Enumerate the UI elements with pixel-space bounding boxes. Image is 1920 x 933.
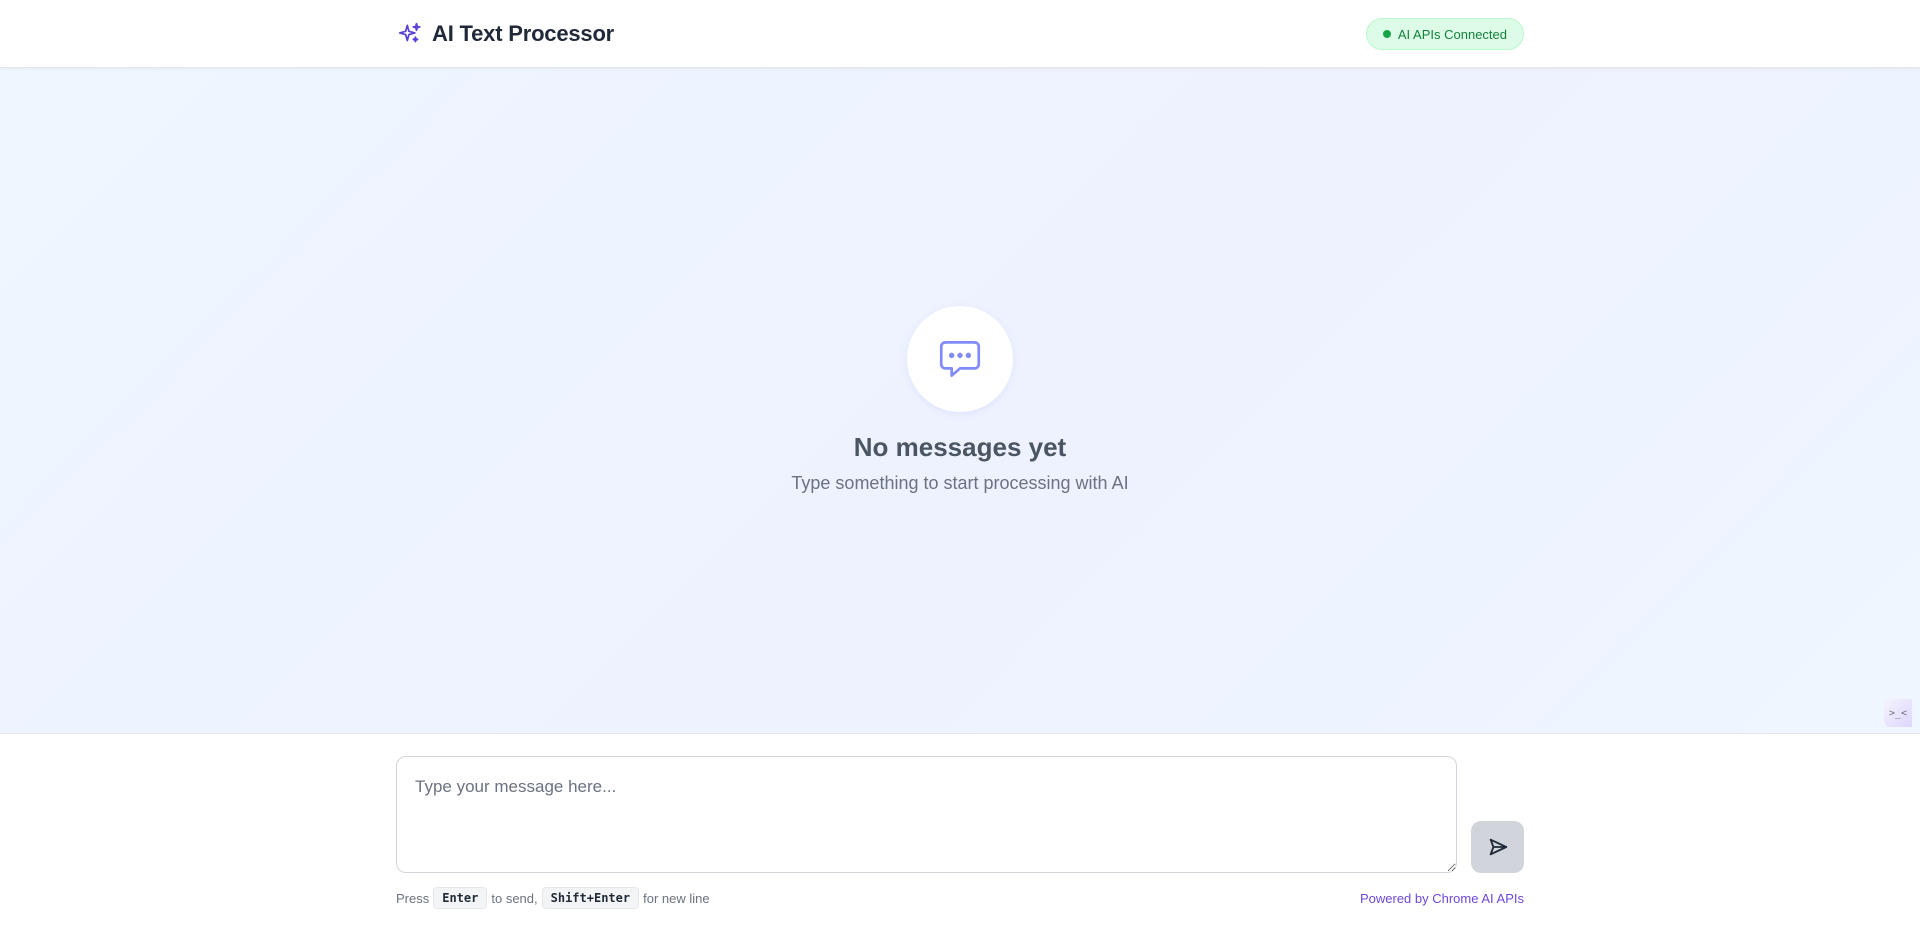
message-input[interactable] xyxy=(396,756,1457,873)
hint-press: Press xyxy=(396,890,430,906)
chat-bubble-icon xyxy=(939,340,981,378)
status-label: AI APIs Connected xyxy=(1397,26,1507,42)
empty-state-title: No messages yet xyxy=(853,432,1067,462)
hint-to-send: to send, xyxy=(491,890,538,906)
devtools-toggle-icon[interactable]: >_< xyxy=(1884,699,1912,727)
input-row xyxy=(396,756,1524,873)
kbd-enter: Enter xyxy=(433,887,488,909)
hint-row: Press Enter to send, Shift+Enter for new… xyxy=(396,887,1524,909)
empty-state-subtitle: Type something to start processing with … xyxy=(791,473,1129,493)
brand: AI Text Processor xyxy=(396,20,614,48)
app-header: AI Text Processor AI APIs Connected xyxy=(0,0,1920,68)
send-icon xyxy=(1489,838,1507,856)
header-container: AI Text Processor AI APIs Connected xyxy=(396,0,1524,68)
empty-state: No messages yet Type something to start … xyxy=(0,306,1920,494)
keyboard-hint: Press Enter to send, Shift+Enter for new… xyxy=(396,887,710,909)
empty-state-badge xyxy=(907,306,1013,412)
app-title: AI Text Processor xyxy=(432,21,615,46)
status-dot-icon xyxy=(1382,30,1391,38)
kbd-shift-enter: Shift+Enter xyxy=(541,887,640,909)
sparkles-icon xyxy=(396,20,424,48)
send-button[interactable] xyxy=(1471,821,1524,873)
devtools-label: >_< xyxy=(1888,707,1908,719)
composer-container: Press Enter to send, Shift+Enter for new… xyxy=(396,756,1524,909)
powered-by-link[interactable]: Powered by Chrome AI APIs xyxy=(1360,891,1524,906)
hint-new-line: for new line xyxy=(643,890,710,906)
status-badge: AI APIs Connected xyxy=(1365,18,1524,50)
composer: Press Enter to send, Shift+Enter for new… xyxy=(0,733,1920,933)
message-area[interactable]: No messages yet Type something to start … xyxy=(0,68,1920,733)
